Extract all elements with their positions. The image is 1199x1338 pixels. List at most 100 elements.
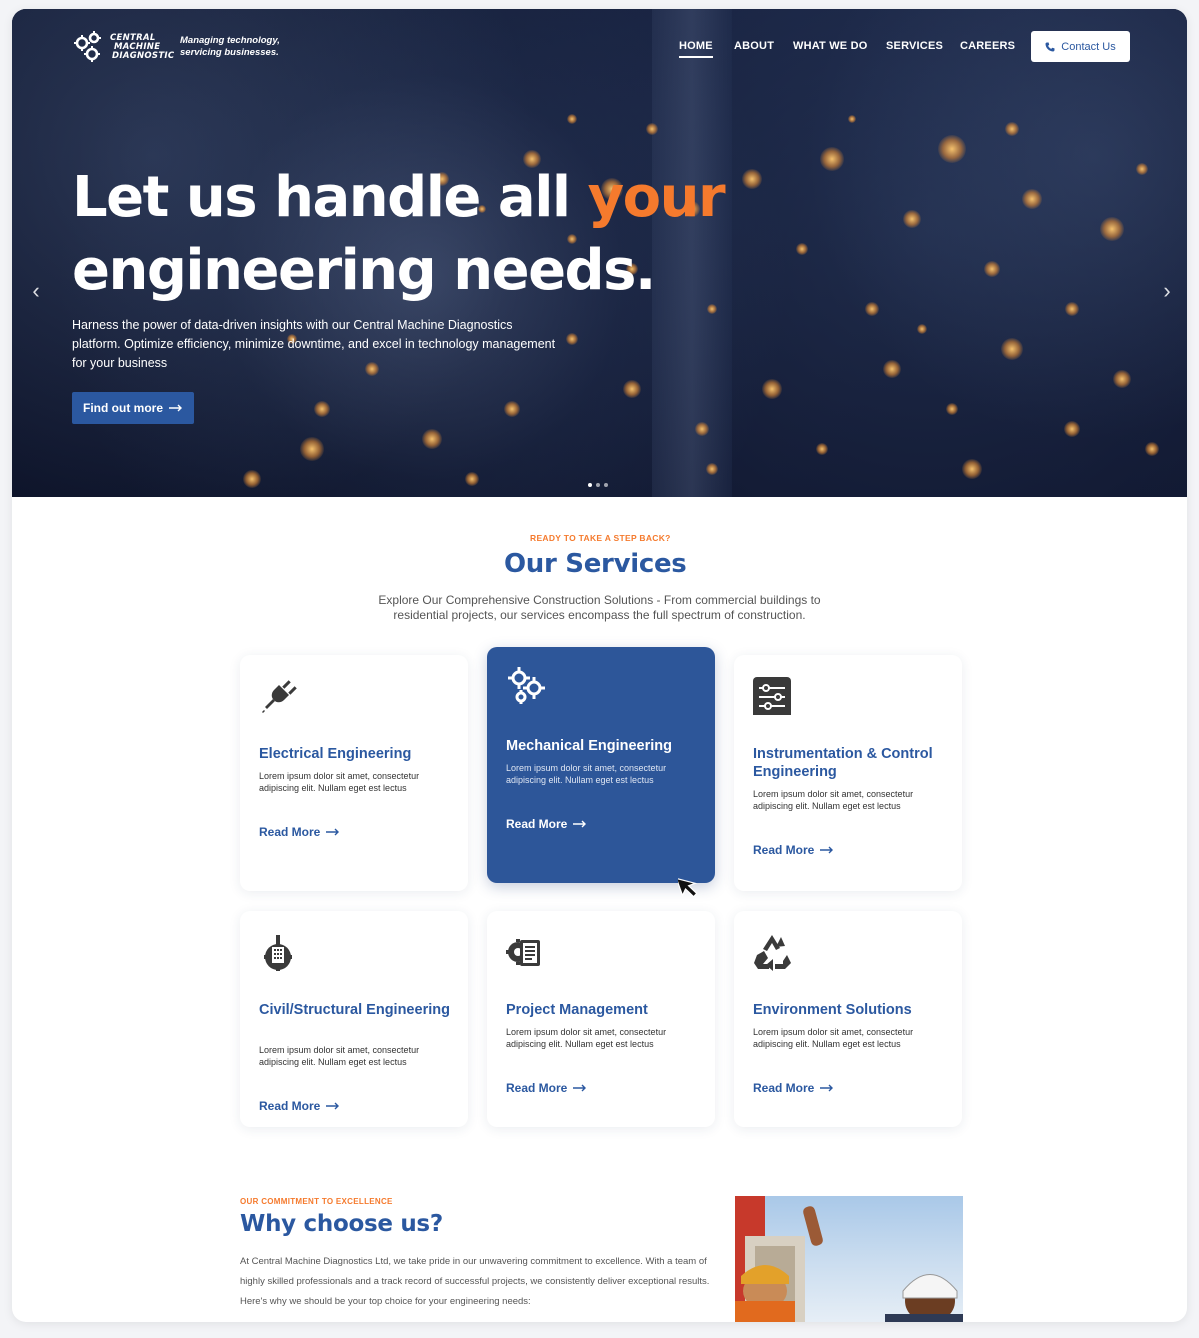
spark [903, 210, 921, 228]
spark [465, 472, 479, 486]
phone-icon [1045, 42, 1055, 51]
spark [1136, 163, 1148, 175]
spark [1005, 122, 1019, 136]
read-more-link[interactable]: Read More [753, 843, 834, 857]
spark [820, 147, 844, 171]
spark [695, 422, 709, 436]
read-more-label: Read More [506, 1081, 568, 1095]
arrow-right-icon [573, 820, 587, 828]
service-card-title: Mechanical Engineering [506, 738, 672, 754]
service-card-environment[interactable]: Environment Solutions Lorem ipsum dolor … [734, 911, 962, 1127]
logo[interactable]: CENTRAL MACHINE DIAGNOSTIC [72, 29, 174, 65]
contact-us-button[interactable]: Contact Us [1031, 31, 1130, 62]
mouse-cursor-icon [678, 877, 698, 898]
hero-description: Harness the power of data-driven insight… [72, 318, 556, 370]
hero-title-accent: your [587, 165, 726, 230]
hero-title-part1: Let us handle all [72, 165, 588, 230]
spark [1100, 217, 1124, 241]
service-card-electrical[interactable]: Electrical Engineering Lorem ipsum dolor… [240, 655, 468, 891]
service-card-title: Environment Solutions [753, 1002, 912, 1018]
logo-text: CENTRAL MACHINE DIAGNOSTIC [110, 32, 175, 61]
read-more-label: Read More [506, 817, 568, 831]
recycle-icon [753, 933, 791, 971]
engineers-photo [735, 1196, 963, 1322]
service-card-text: Lorem ipsum dolor sit amet, consectetur … [506, 1027, 667, 1049]
spark [938, 135, 966, 163]
service-card-instrumentation[interactable]: Instrumentation & Control Engineering Lo… [734, 655, 962, 891]
read-more-link[interactable]: Read More [506, 817, 587, 831]
service-card-title: Civil/Structural Engineering [259, 1002, 450, 1018]
arrow-right-icon [573, 1084, 587, 1092]
tagline: Managing technology, servicing businesse… [180, 35, 280, 58]
carousel-dot[interactable] [596, 483, 600, 487]
arrow-right-icon [820, 846, 834, 854]
spark [984, 261, 1000, 277]
read-more-link[interactable]: Read More [259, 825, 340, 839]
services-eyebrow: READY TO TAKE A STEP BACK? [530, 533, 671, 543]
nav-what-we-do[interactable]: WHAT WE DO [793, 40, 868, 52]
service-card-text: Lorem ipsum dolor sit amet, consectetur … [753, 789, 914, 811]
spark [917, 324, 927, 334]
spark [742, 169, 762, 189]
service-card-title: Instrumentation & Control Engineering [753, 746, 933, 780]
service-card-text: Lorem ipsum dolor sit amet, consectetur … [506, 763, 667, 785]
find-out-more-label: Find out more [83, 401, 163, 415]
service-card-civil[interactable]: Civil/Structural Engineering Lorem ipsum… [240, 911, 468, 1127]
spark [300, 437, 324, 461]
carousel-prev-button[interactable]: ‹ [28, 279, 44, 303]
spark [762, 379, 782, 399]
building-gear-icon [259, 933, 297, 971]
carousel-dot[interactable] [588, 483, 592, 487]
contact-us-label: Contact Us [1061, 40, 1116, 53]
nav-home[interactable]: HOME [679, 40, 713, 58]
find-out-more-button[interactable]: Find out more [72, 392, 194, 424]
service-card-mechanical[interactable]: Mechanical Engineering Lorem ipsum dolor… [487, 647, 715, 883]
gears-logo-icon [72, 29, 108, 65]
spark [422, 429, 442, 449]
spark [504, 401, 520, 417]
spark [314, 401, 330, 417]
spark [865, 302, 879, 316]
hero-section: CENTRAL MACHINE DIAGNOSTIC Managing tech… [12, 9, 1187, 497]
browser-frame: CENTRAL MACHINE DIAGNOSTIC Managing tech… [12, 9, 1187, 1322]
read-more-label: Read More [753, 843, 815, 857]
arrow-right-icon [820, 1084, 834, 1092]
spark [566, 333, 578, 345]
read-more-link[interactable]: Read More [506, 1081, 587, 1095]
spark [567, 114, 577, 124]
spark [1022, 189, 1042, 209]
spark [1065, 302, 1079, 316]
arrow-right-icon [326, 828, 340, 836]
spark [1001, 338, 1023, 360]
service-card-title: Project Management [506, 1002, 648, 1018]
service-card-title: Electrical Engineering [259, 746, 412, 762]
hero-title: Let us handle all your engineering needs… [72, 161, 726, 307]
service-card-project-management[interactable]: Project Management Lorem ipsum dolor sit… [487, 911, 715, 1127]
document-gear-icon [506, 933, 544, 971]
services-description: Explore Our Comprehensive Construction S… [378, 593, 821, 622]
carousel-next-button[interactable]: › [1159, 279, 1175, 303]
spark [623, 380, 641, 398]
why-eyebrow: OUR COMMITMENT TO EXCELLENCE [240, 1197, 393, 1206]
nav-services[interactable]: SERVICES [886, 40, 943, 52]
service-card-text: Lorem ipsum dolor sit amet, consectetur … [259, 1045, 420, 1067]
gears-icon [506, 665, 545, 704]
service-card-text: Lorem ipsum dolor sit amet, consectetur … [259, 771, 420, 793]
spark [962, 459, 982, 479]
why-title: Why choose us? [240, 1211, 443, 1237]
read-more-label: Read More [259, 825, 321, 839]
read-more-link[interactable]: Read More [259, 1099, 340, 1113]
spark [946, 403, 958, 415]
arrow-right-icon [169, 404, 182, 412]
nav-about[interactable]: ABOUT [734, 40, 774, 52]
arrow-right-icon [326, 1102, 340, 1110]
read-more-label: Read More [753, 1081, 815, 1095]
carousel-dots [588, 483, 608, 487]
spark [646, 123, 658, 135]
service-card-text: Lorem ipsum dolor sit amet, consectetur … [753, 1027, 914, 1049]
nav-careers[interactable]: CAREERS [960, 40, 1015, 52]
services-title: Our Services [504, 549, 687, 579]
read-more-link[interactable]: Read More [753, 1081, 834, 1095]
carousel-dot[interactable] [604, 483, 608, 487]
spark [243, 470, 261, 488]
